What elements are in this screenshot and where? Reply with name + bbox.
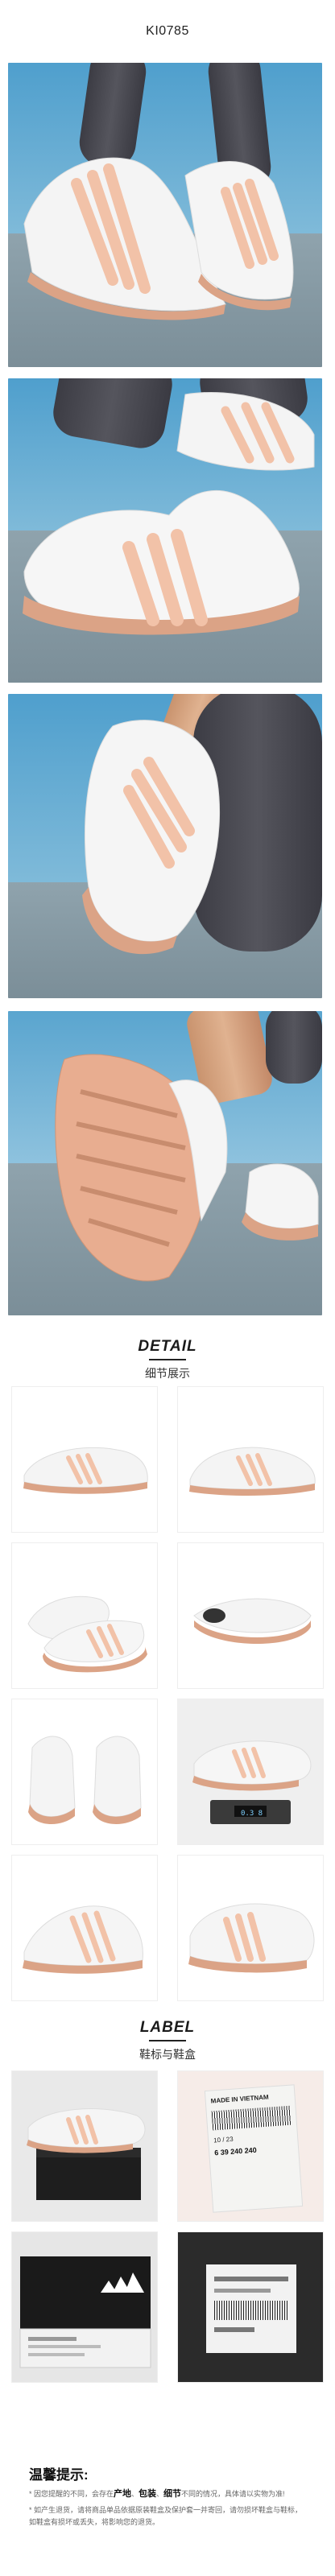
shoe-pair-image (23, 157, 294, 320)
shoe-heel-image (82, 720, 220, 955)
tips-line-3: 如鞋盒有损坏或丢失，将影响您的退货。 (29, 2518, 160, 2526)
tips-block: 温馨提示: * 因您提醒的不同，会存在产地、包装、细节不同的情况，具体请以实物为… (29, 2463, 311, 2528)
detail-title-zh: 细节展示 (145, 1367, 190, 1380)
box-label-photo (177, 2231, 324, 2383)
box-photo-2 (11, 2231, 158, 2383)
detail-photo-2 (177, 1386, 324, 1533)
detail-section-title: DETAIL 细节展示 (0, 1338, 335, 1381)
detail-photo-3 (11, 1542, 158, 1689)
label-title-en: LABEL (139, 2019, 196, 2036)
shoe-outsole-image (55, 1054, 319, 1282)
tips-title: 温馨提示: (29, 2467, 89, 2483)
detail-photo-4 (177, 1542, 324, 1689)
tips-line-2: * 如产生退货，请将商品单品依据原装鞋盒及保护套一并寄回，请勿损坏鞋盒与鞋标， (29, 2506, 303, 2514)
scale-display: 0.3 8 (241, 1810, 263, 1818)
product-code: KI0785 (146, 24, 189, 38)
label-title-zh: 鞋标与鞋盒 (139, 2048, 196, 2061)
detail-photo-7 (11, 1855, 158, 2001)
shoe-tag-photo: MADE IN VIETNAM 10 / 23 6 39 240 240 (177, 2070, 324, 2222)
shoe-side-image (23, 392, 315, 635)
box-photo-1 (11, 2070, 158, 2222)
hero-photo-2 (8, 378, 322, 683)
hero-photo-3 (8, 694, 322, 998)
tips-line-1: * 因您提醒的不同，会存在产地、包装、细节不同的情况，具体请以实物为准! (29, 2489, 285, 2499)
label-section-title: LABEL 鞋标与鞋盒 (0, 2019, 335, 2062)
tag-made-in: MADE IN VIETNAM (210, 2093, 269, 2105)
detail-photo-6: 0.3 8 (177, 1699, 324, 1845)
detail-photo-1 (11, 1386, 158, 1533)
detail-title-en: DETAIL (138, 1338, 197, 1355)
detail-photo-5 (11, 1699, 158, 1845)
hero-photo-4 (8, 1011, 322, 1315)
hero-photo-1 (8, 63, 322, 367)
detail-photo-8 (177, 1855, 324, 2001)
